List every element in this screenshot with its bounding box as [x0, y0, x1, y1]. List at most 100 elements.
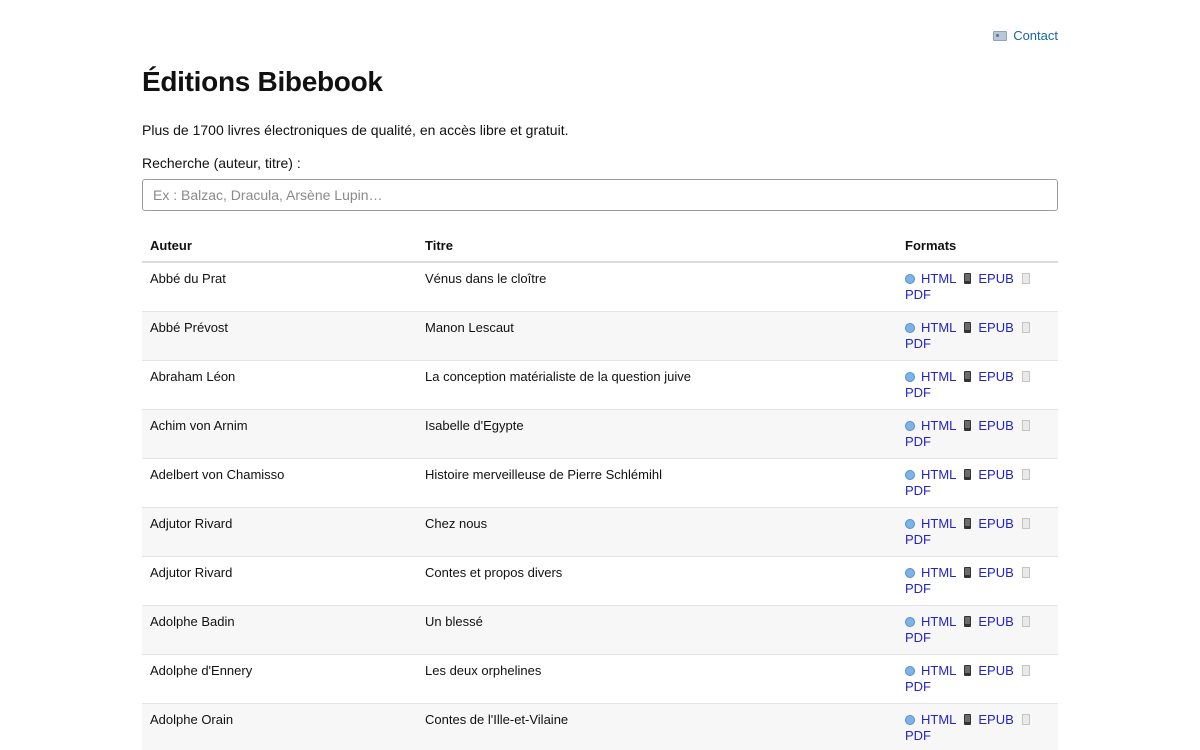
- html-link[interactable]: HTML: [921, 271, 956, 286]
- phone-icon: [964, 567, 972, 578]
- pdf-link[interactable]: PDF: [905, 728, 931, 743]
- formats-cell: HTML EPUB PDF: [897, 360, 1058, 410]
- pdf-link[interactable]: PDF: [905, 532, 931, 547]
- table-row: Adelbert von Chamisso Histoire merveilleu…: [142, 458, 1058, 508]
- author-cell: Achim von Arnim: [142, 409, 417, 459]
- table-row: Abbé Prévost Manon Lescaut HTML EPUB PDF: [142, 311, 1058, 361]
- table-row: Adolphe d'Ennery Les deux orphelines HTML E…: [142, 654, 1058, 704]
- pdf-link[interactable]: PDF: [905, 287, 931, 302]
- html-link[interactable]: HTML: [921, 516, 956, 531]
- phone-icon: [964, 518, 972, 529]
- author-cell: Adjutor Rivard: [142, 556, 417, 606]
- pdf-link[interactable]: PDF: [905, 483, 931, 498]
- phone-icon: [964, 714, 972, 725]
- contact-link[interactable]: Contact: [993, 28, 1058, 43]
- table-row: Adjutor Rivard Chez nous HTML EPUB PDF: [142, 507, 1058, 557]
- epub-link[interactable]: EPUB: [978, 369, 1013, 384]
- table-row: Adjutor Rivard Contes et propos divers HTM…: [142, 556, 1058, 606]
- table-header-row: Auteur Titre Formats: [142, 237, 1058, 263]
- books-table: Auteur Titre Formats Abbé du Prat Vénus d…: [142, 237, 1058, 750]
- html-link[interactable]: HTML: [921, 467, 956, 482]
- epub-link[interactable]: EPUB: [978, 663, 1013, 678]
- globe-icon: [905, 323, 915, 333]
- title-cell: Un blessé: [417, 605, 897, 655]
- author-cell: Adolphe Badin: [142, 605, 417, 655]
- phone-icon: [964, 273, 972, 284]
- document-icon: [1021, 273, 1030, 284]
- html-link[interactable]: HTML: [921, 320, 956, 335]
- title-cell: Les deux orphelines: [417, 654, 897, 704]
- formats-cell: HTML EPUB PDF: [897, 654, 1058, 704]
- document-icon: [1021, 371, 1030, 382]
- pdf-link[interactable]: PDF: [905, 630, 931, 645]
- globe-icon: [905, 715, 915, 725]
- table-row: Adolphe Badin Un blessé HTML EPUB PDF: [142, 605, 1058, 655]
- globe-icon: [905, 617, 915, 627]
- document-icon: [1021, 616, 1030, 627]
- formats-cell: HTML EPUB PDF: [897, 311, 1058, 361]
- title-cell: Chez nous: [417, 507, 897, 557]
- search-label: Recherche (auteur, titre) :: [142, 155, 301, 171]
- pdf-link[interactable]: PDF: [905, 581, 931, 596]
- title-cell: Contes et propos divers: [417, 556, 897, 606]
- document-icon: [1021, 567, 1030, 578]
- top-bar: Contact: [142, 0, 1058, 70]
- pdf-link[interactable]: PDF: [905, 679, 931, 694]
- author-cell: Adolphe Orain: [142, 703, 417, 750]
- globe-icon: [905, 421, 915, 431]
- column-header-formats: Formats: [897, 237, 1058, 263]
- column-header-author[interactable]: Auteur: [142, 237, 417, 263]
- pdf-link[interactable]: PDF: [905, 385, 931, 400]
- epub-link[interactable]: EPUB: [978, 467, 1013, 482]
- epub-link[interactable]: EPUB: [978, 320, 1013, 335]
- html-link[interactable]: HTML: [921, 565, 956, 580]
- document-icon: [1021, 714, 1030, 725]
- author-cell: Adelbert von Chamisso: [142, 458, 417, 508]
- document-icon: [1021, 420, 1030, 431]
- id-card-icon: [993, 30, 1008, 41]
- phone-icon: [964, 420, 972, 431]
- epub-link[interactable]: EPUB: [978, 712, 1013, 727]
- html-link[interactable]: HTML: [921, 614, 956, 629]
- epub-link[interactable]: EPUB: [978, 271, 1013, 286]
- globe-icon: [905, 519, 915, 529]
- epub-link[interactable]: EPUB: [978, 565, 1013, 580]
- epub-link[interactable]: EPUB: [978, 418, 1013, 433]
- page-title: Éditions Bibebook: [142, 66, 383, 97]
- table-row: Abbé du Prat Vénus dans le cloître HTML EPU…: [142, 262, 1058, 312]
- pdf-link[interactable]: PDF: [905, 336, 931, 351]
- table-row: Adolphe Orain Contes de l'Ille-et-Vilaine…: [142, 703, 1058, 750]
- globe-icon: [905, 470, 915, 480]
- author-cell: Abbé du Prat: [142, 262, 417, 312]
- table-row: Achim von Arnim Isabelle d'Egypte HTML EPUB…: [142, 409, 1058, 459]
- formats-cell: HTML EPUB PDF: [897, 262, 1058, 312]
- title-cell: Vénus dans le cloître: [417, 262, 897, 312]
- title-cell: Histoire merveilleuse de Pierre Schlémih…: [417, 458, 897, 508]
- globe-icon: [905, 274, 915, 284]
- intro-text: Plus de 1700 livres électroniques de qua…: [142, 122, 569, 138]
- column-header-title[interactable]: Titre: [417, 237, 897, 263]
- html-link[interactable]: HTML: [921, 712, 956, 727]
- document-icon: [1021, 469, 1030, 480]
- document-icon: [1021, 322, 1030, 333]
- html-link[interactable]: HTML: [921, 369, 956, 384]
- html-link[interactable]: HTML: [921, 663, 956, 678]
- pdf-link[interactable]: PDF: [905, 434, 931, 449]
- search-input[interactable]: [142, 179, 1058, 211]
- document-icon: [1021, 665, 1030, 676]
- title-cell: Isabelle d'Egypte: [417, 409, 897, 459]
- formats-cell: HTML EPUB PDF: [897, 409, 1058, 459]
- globe-icon: [905, 568, 915, 578]
- document-icon: [1021, 518, 1030, 529]
- phone-icon: [964, 665, 972, 676]
- phone-icon: [964, 322, 972, 333]
- table-row: Abraham Léon La conception matérialiste d…: [142, 360, 1058, 410]
- html-link[interactable]: HTML: [921, 418, 956, 433]
- page: Contact Éditions Bibebook Plus de 1700 l…: [142, 0, 1058, 750]
- contact-label: Contact: [1013, 28, 1058, 43]
- epub-link[interactable]: EPUB: [978, 516, 1013, 531]
- author-cell: Adjutor Rivard: [142, 507, 417, 557]
- epub-link[interactable]: EPUB: [978, 614, 1013, 629]
- title-cell: Contes de l'Ille-et-Vilaine: [417, 703, 897, 750]
- phone-icon: [964, 469, 972, 480]
